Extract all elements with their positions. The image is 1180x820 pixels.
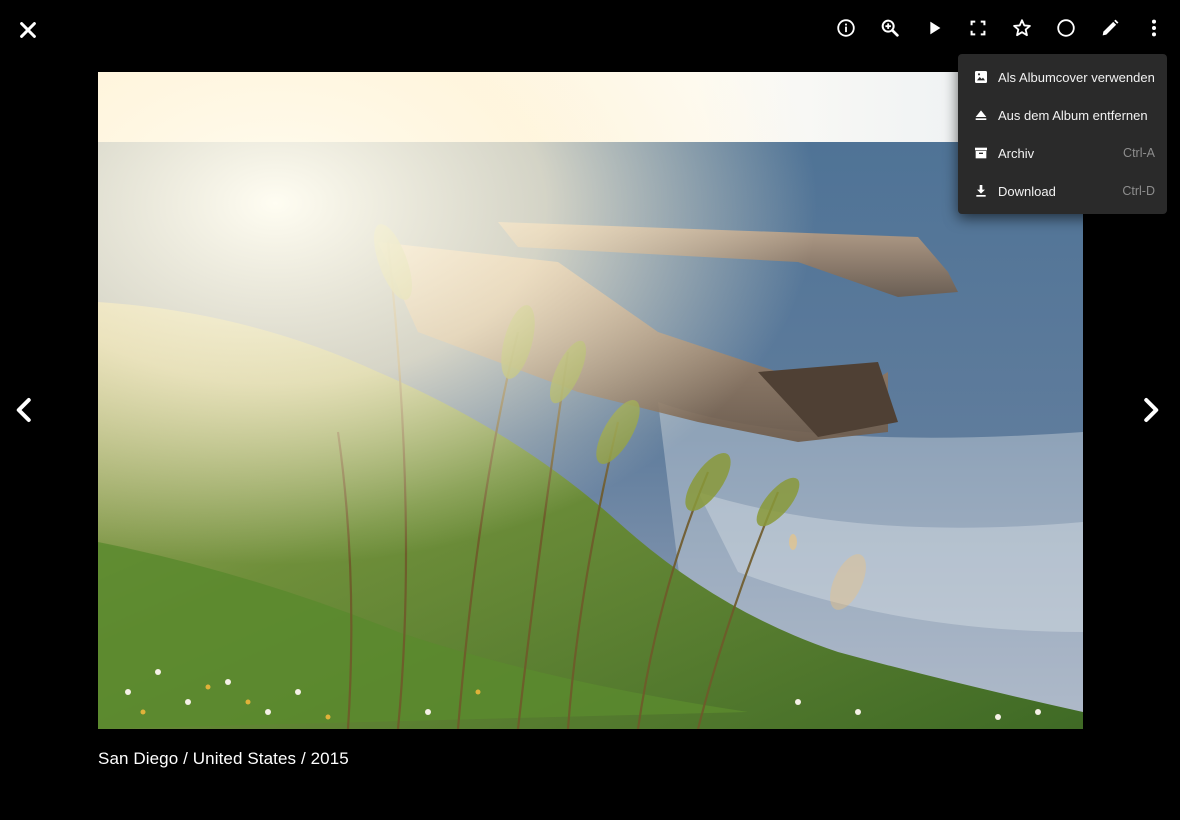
photo-caption: San Diego / United States / 2015 — [98, 749, 349, 768]
image-icon — [972, 68, 990, 86]
info-button[interactable] — [826, 10, 866, 50]
previous-photo-button[interactable] — [5, 390, 45, 430]
zoom-button[interactable] — [870, 10, 910, 50]
fullscreen-button[interactable] — [958, 10, 998, 50]
more-button[interactable] — [1134, 10, 1174, 50]
zoom-in-icon — [879, 17, 901, 44]
pencil-icon — [1099, 17, 1121, 44]
next-photo-button[interactable] — [1130, 390, 1170, 430]
archive-icon — [972, 144, 990, 162]
star-outline-icon — [1011, 17, 1033, 44]
edit-button[interactable] — [1090, 10, 1130, 50]
circle-outline-icon — [1055, 17, 1077, 44]
close-icon — [17, 19, 39, 41]
menu-item-download[interactable]: Download Ctrl-D — [958, 172, 1167, 210]
menu-item-label: Aus dem Album entfernen — [998, 107, 1148, 123]
chevron-left-icon — [10, 395, 40, 425]
chevron-right-icon — [1135, 395, 1165, 425]
more-options-menu: Als Albumcover verwenden Aus dem Album e… — [958, 54, 1167, 214]
menu-item-shortcut: Ctrl-A — [1123, 146, 1155, 160]
photo-viewer: San Diego / United States / 2015 Als Alb… — [0, 0, 1180, 820]
menu-item-label: Archiv — [998, 145, 1035, 161]
eject-icon — [972, 106, 990, 124]
download-icon — [972, 182, 990, 200]
play-icon — [923, 17, 945, 44]
select-button[interactable] — [1046, 10, 1086, 50]
menu-item-archive[interactable]: Archiv Ctrl-A — [958, 134, 1167, 172]
photo-image — [98, 72, 1083, 729]
toolbar — [826, 10, 1174, 50]
favorite-button[interactable] — [1002, 10, 1042, 50]
close-button[interactable] — [8, 10, 48, 50]
more-vertical-icon — [1143, 17, 1165, 44]
info-icon — [835, 17, 857, 44]
fullscreen-icon — [967, 17, 989, 44]
slideshow-button[interactable] — [914, 10, 954, 50]
menu-item-label: Download — [998, 183, 1056, 199]
menu-item-shortcut: Ctrl-D — [1122, 184, 1155, 198]
menu-item-label: Als Albumcover verwenden — [998, 69, 1155, 85]
menu-item-remove-from-album[interactable]: Aus dem Album entfernen — [958, 96, 1167, 134]
menu-item-set-album-cover[interactable]: Als Albumcover verwenden — [958, 58, 1167, 96]
